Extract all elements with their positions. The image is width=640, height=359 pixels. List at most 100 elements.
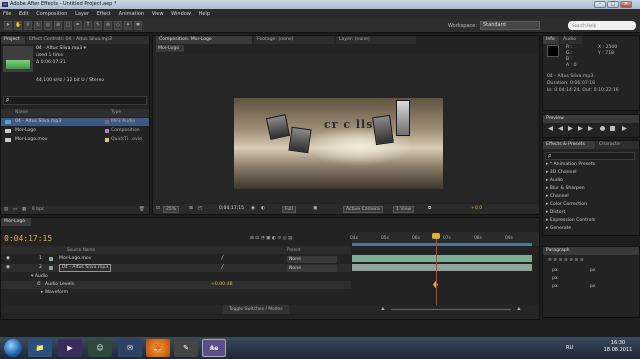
menu-window[interactable]: Window: [168, 9, 194, 19]
column-type[interactable]: Type: [111, 109, 121, 117]
zoom-tool-icon[interactable]: ⚲: [24, 21, 32, 30]
menu-animation[interactable]: Animation: [116, 9, 148, 19]
mask-visibility-icon[interactable]: ◰: [198, 204, 202, 214]
bit-depth-label[interactable]: 8 bpc: [32, 206, 44, 214]
timeline-layer-row[interactable]: ◉ 1 Mor-Logo.mov ╱ None: [1, 255, 351, 263]
indent-right-field[interactable]: px: [590, 268, 596, 273]
fx-category[interactable]: ▸ Blur & Sharpen: [546, 186, 585, 191]
stopwatch-icon[interactable]: ⏱: [37, 281, 41, 289]
view-layout-select[interactable]: 1 View: [393, 205, 415, 213]
system-clock[interactable]: 16:30 18.08.2011: [600, 340, 636, 354]
type-tool-icon[interactable]: T: [84, 21, 92, 30]
menu-composition[interactable]: Composition: [33, 9, 70, 19]
effects-search-input[interactable]: ρ: [545, 152, 635, 160]
zoom-select[interactable]: 25%: [163, 205, 180, 213]
channel-icon[interactable]: ◐: [261, 204, 265, 214]
timeline-tool-icons[interactable]: ⊞ ⊡ ◔ ▣ ◐ ⊙ ◎ ▤: [250, 236, 292, 241]
fx-category[interactable]: ▸ Audio: [546, 178, 563, 183]
comp-frame[interactable]: cr c lls: [234, 98, 443, 189]
language-indicator[interactable]: RU: [566, 345, 573, 351]
work-area-bar[interactable]: [352, 243, 532, 246]
audio-group-row[interactable]: ▾ Audio: [1, 273, 351, 281]
pan-behind-tool-icon[interactable]: ⊕: [54, 21, 62, 30]
audio-levels-value[interactable]: +0.00 dB: [211, 281, 233, 289]
minimize-button[interactable]: –: [594, 1, 606, 8]
camera-select[interactable]: Active Camera: [343, 205, 383, 213]
flowchart-icon[interactable]: ⧉: [428, 204, 431, 214]
fx-category[interactable]: ▸ Expression Controls: [546, 218, 595, 223]
layer-duration-bar[interactable]: [352, 255, 532, 262]
puppet-tool-icon[interactable]: ✱: [134, 21, 142, 30]
mask-tool-icon[interactable]: □: [64, 21, 72, 30]
current-time-indicator[interactable]: [436, 234, 437, 314]
menu-effect[interactable]: Effect: [94, 9, 114, 19]
snapshot-icon[interactable]: ◉: [251, 204, 255, 214]
quality-icon[interactable]: ╱: [221, 255, 224, 263]
app-icon-editor[interactable]: ✎: [174, 339, 198, 357]
tab-composition[interactable]: Composition: Mor-Logo: [156, 36, 252, 44]
explorer-icon[interactable]: 📁: [28, 339, 52, 357]
project-item[interactable]: 04 - Altus Sliva.mp3 MP3 Audio: [1, 118, 149, 126]
roto-brush-tool-icon[interactable]: ✦: [124, 21, 132, 30]
tab-audio[interactable]: Audio: [560, 36, 582, 44]
playhead-handle[interactable]: [432, 233, 440, 239]
loop-icon[interactable]: [610, 126, 615, 131]
space-before-field[interactable]: px: [552, 284, 558, 289]
menu-layer[interactable]: Layer: [72, 9, 92, 19]
new-folder-icon[interactable]: ▭: [13, 206, 17, 214]
comp-name-tab[interactable]: Mor-Logo: [156, 45, 184, 52]
comp-timecode[interactable]: 0;04;17;15: [219, 204, 244, 214]
column-parent[interactable]: Parent: [287, 246, 300, 254]
pen-tool-icon[interactable]: ✒: [74, 21, 82, 30]
audio-levels-row[interactable]: ⏱ Audio Levels +0.00 dB: [1, 281, 351, 289]
menu-help[interactable]: Help: [195, 9, 212, 19]
fast-previews-icon[interactable]: ▣: [313, 204, 317, 214]
menu-view[interactable]: View: [149, 9, 167, 19]
fx-category[interactable]: ▸ * Animation Presets: [546, 162, 595, 167]
new-comp-icon[interactable]: ▦: [22, 206, 26, 214]
toggle-switches-modes[interactable]: Toggle Switches / Modes: [223, 305, 289, 314]
tab-footage[interactable]: Footage: (none): [254, 36, 334, 44]
mute-audio-icon[interactable]: [600, 126, 605, 131]
tab-project[interactable]: Project: [1, 36, 25, 44]
region-of-interest-icon[interactable]: ⊡: [156, 204, 160, 214]
tab-layer[interactable]: Layer: (none): [336, 36, 416, 44]
app-icon-chat[interactable]: ✉: [118, 339, 142, 357]
align-left-icon[interactable]: ≡ ≡ ≡ ≡ ≡ ≡ ≡: [548, 258, 584, 263]
app-icon-skype[interactable]: ☺: [88, 339, 112, 357]
indent-first-field[interactable]: px: [552, 276, 558, 281]
menu-file[interactable]: File: [0, 9, 14, 19]
indent-left-field[interactable]: px: [552, 268, 558, 273]
column-source-name[interactable]: Source Name: [67, 246, 95, 254]
firefox-icon[interactable]: 🦊: [146, 339, 170, 357]
project-item[interactable]: Mor-Logo Composition: [1, 127, 149, 135]
layer-parent-select[interactable]: None: [287, 255, 337, 263]
fx-category[interactable]: ▸ Color Correction: [546, 202, 587, 207]
fx-category[interactable]: ▸ Generate: [546, 226, 571, 231]
close-button[interactable]: ×: [620, 1, 632, 8]
trash-icon[interactable]: 🗑: [139, 206, 145, 214]
space-after-field[interactable]: px: [590, 284, 596, 289]
interpret-footage-icon[interactable]: ▤: [4, 206, 8, 214]
waveform-row[interactable]: ▸ Waveform: [1, 289, 351, 297]
resolution-select[interactable]: Full: [282, 205, 296, 213]
tab-effects-presets[interactable]: Effects & Presets: [543, 141, 595, 149]
fx-category[interactable]: ▸ Distort: [546, 210, 565, 215]
tab-character[interactable]: Characte: [596, 141, 639, 149]
clone-tool-icon[interactable]: ⊗: [104, 21, 112, 30]
layer-parent-select[interactable]: None: [287, 264, 337, 272]
brush-tool-icon[interactable]: ✎: [94, 21, 102, 30]
hand-tool-icon[interactable]: ✋: [14, 21, 22, 30]
tab-timeline-comp[interactable]: Mor-Logo: [1, 218, 31, 226]
fx-category[interactable]: ▸ 3D Channel: [546, 170, 577, 175]
camera-tool-icon[interactable]: ◎: [44, 21, 52, 30]
project-item[interactable]: Mor-Logo.mov QuickTi...ovie: [1, 136, 149, 144]
rotate-tool-icon[interactable]: ↻: [34, 21, 42, 30]
media-player-icon[interactable]: ▶: [58, 339, 82, 357]
safe-zones-icon[interactable]: ⊞: [189, 204, 193, 214]
start-button[interactable]: [4, 339, 22, 357]
search-help-input[interactable]: Search Help: [568, 21, 636, 30]
preview-title[interactable]: Preview: [543, 115, 639, 123]
workspace-select[interactable]: Standard: [480, 21, 540, 30]
tab-info[interactable]: Info: [543, 36, 559, 44]
